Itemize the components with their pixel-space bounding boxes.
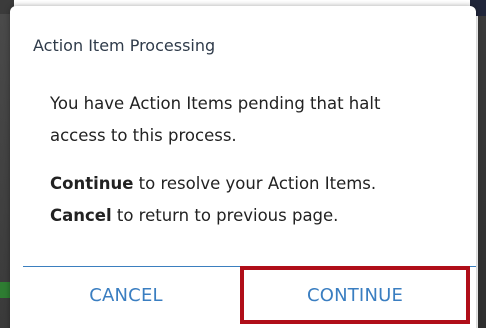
backdrop-green-accent [0,282,10,298]
continue-button[interactable]: CONTINUE [240,270,470,322]
continue-instruction-text: to resolve your Action Items. [133,174,377,193]
pending-message-line-1: You have Action Items pending that halt [50,94,381,113]
cancel-instruction-text: to return to previous page. [111,206,339,225]
pending-message: You have Action Items pending that halt … [50,88,450,152]
backdrop-right [478,16,486,328]
continue-instruction: Continue to resolve your Action Items. [50,168,450,200]
dialog-body: You have Action Items pending that halt … [50,88,450,248]
cancel-button[interactable]: CANCEL [12,270,240,322]
cancel-instruction-keyword: Cancel [50,206,112,225]
instructions: Continue to resolve your Action Items. C… [50,168,450,232]
screen: Action Item Processing You have Action I… [0,0,486,328]
footer-divider [23,266,476,267]
dialog-title: Action Item Processing [33,36,216,55]
backdrop-left [0,14,10,328]
continue-instruction-keyword: Continue [50,174,134,193]
pending-message-line-2: access to this process. [50,126,237,145]
cancel-instruction: Cancel to return to previous page. [50,200,450,232]
